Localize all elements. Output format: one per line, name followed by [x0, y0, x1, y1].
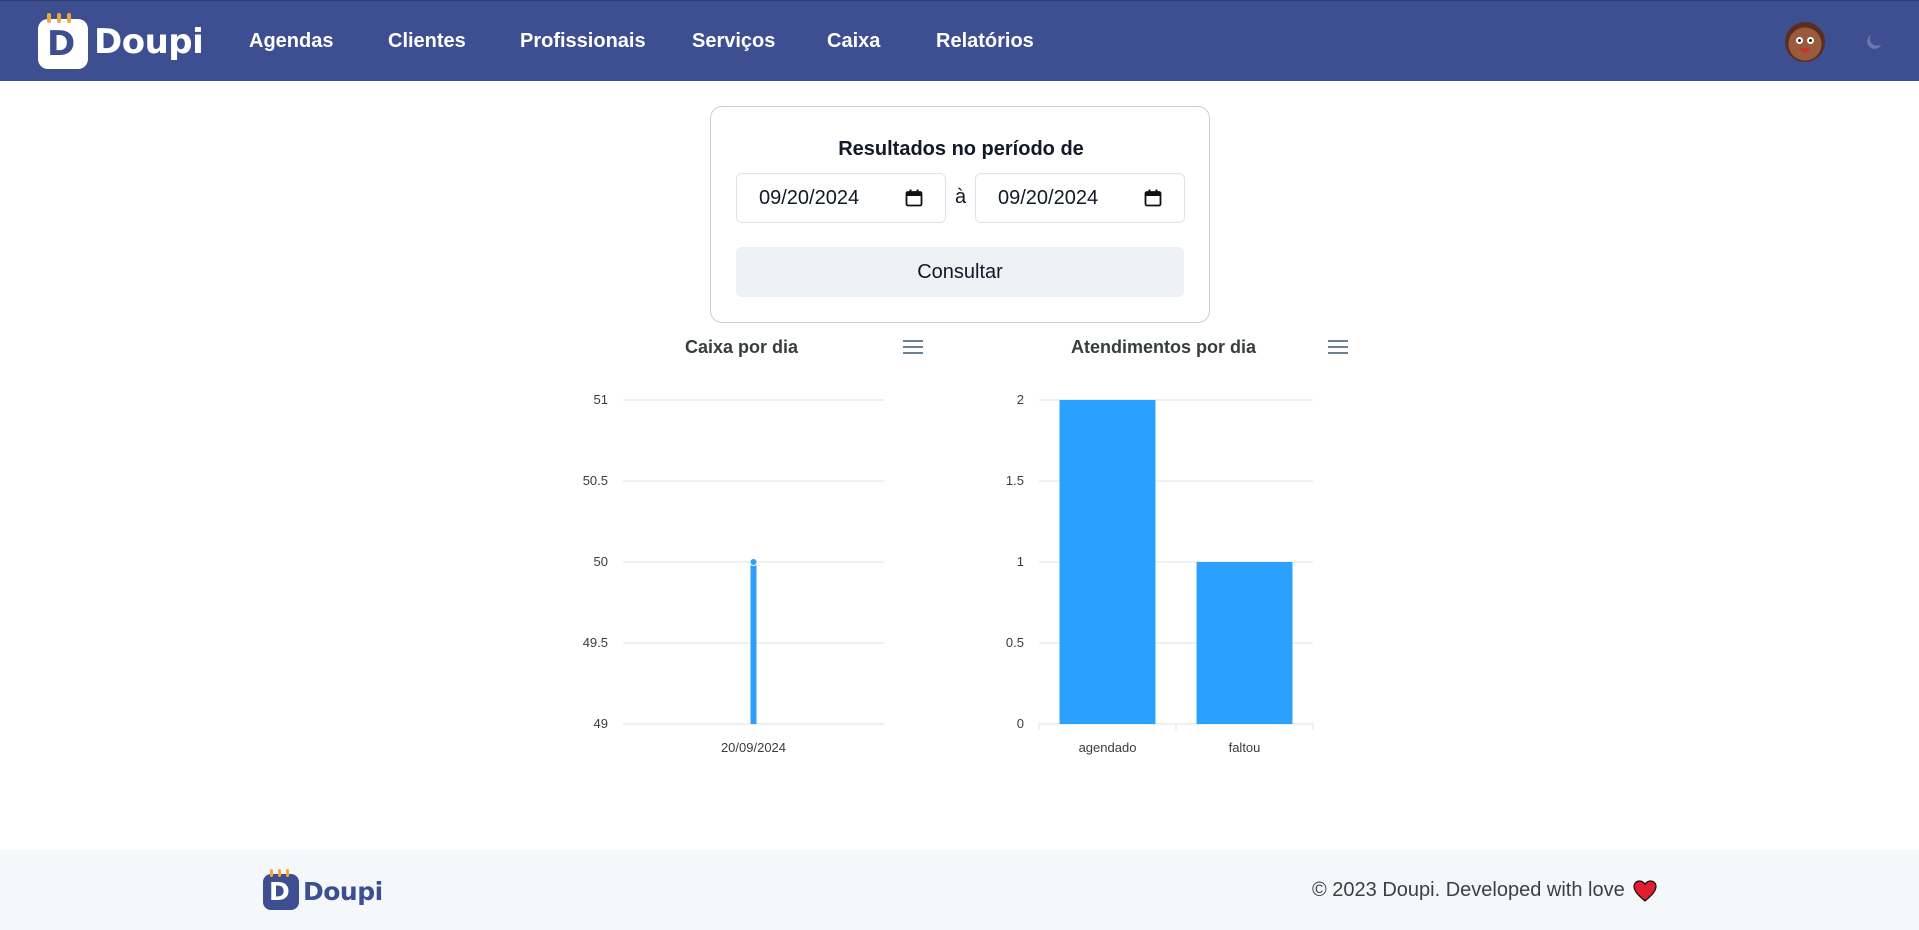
nav-agendas[interactable]: Agendas [249, 30, 333, 53]
end-date-input[interactable]: 09/20/2024 [975, 173, 1185, 223]
copyright-text: © 2023 Doupi. Developed with love [1312, 879, 1657, 902]
y-tick-label: 50.5 [583, 473, 608, 488]
footer-logo[interactable]: D Doupi [263, 869, 383, 910]
page-footer: D Doupi © 2023 Doupi. Developed with lov… [0, 850, 1919, 930]
y-tick-label: 0 [1017, 716, 1024, 731]
y-tick-label: 49 [594, 716, 608, 731]
y-tick-label: 2 [1017, 392, 1024, 407]
brand-name: Doupi [94, 22, 204, 62]
heart-icon [1633, 879, 1657, 902]
bar [750, 562, 757, 724]
y-tick-label: 1.5 [1006, 473, 1024, 488]
x-tick-label: faltou [1229, 740, 1261, 755]
start-date-input[interactable]: 09/20/2024 [736, 173, 946, 223]
nav-caixa[interactable]: Caixa [827, 30, 880, 53]
period-filter-card: Resultados no período de 09/20/2024 à 09… [710, 106, 1210, 323]
bar [1059, 400, 1156, 724]
footer-brand-name: Doupi [303, 876, 383, 906]
x-tick-label: 20/09/2024 [721, 740, 786, 755]
end-date-value: 09/20/2024 [998, 186, 1099, 209]
start-date-value: 09/20/2024 [759, 186, 860, 209]
calendar-icon[interactable] [905, 189, 923, 207]
y-tick-label: 50 [594, 554, 608, 569]
nav-relatorios[interactable]: Relatórios [936, 30, 1034, 53]
chart-atendimentos-por-dia: 2 1.5 1 0.5 0 agendado faltou [1006, 392, 1314, 755]
nav-servicos[interactable]: Serviços [692, 30, 775, 53]
calendar-icon[interactable] [1144, 189, 1162, 207]
chart-menu-icon[interactable] [902, 339, 924, 357]
brand-logo[interactable]: D Doupi [38, 13, 204, 69]
bar [1196, 562, 1293, 724]
nav-clientes[interactable]: Clientes [388, 30, 466, 53]
data-point [749, 558, 758, 566]
chart-title-atendimentos: Atendimentos por dia [1071, 337, 1257, 357]
logo-calendar-icon: D [263, 869, 299, 910]
top-navbar: D Doupi Agendas Clientes Profissionais S… [0, 0, 1919, 81]
moon-icon[interactable] [1864, 32, 1884, 52]
y-tick-label: 0.5 [1006, 635, 1024, 650]
chart-menu-icon[interactable] [1327, 339, 1349, 357]
x-tick-label: agendado [1079, 740, 1137, 755]
logo-calendar-icon: D [38, 13, 88, 69]
user-avatar[interactable] [1785, 22, 1825, 62]
date-range-separator: à [955, 186, 967, 208]
consultar-button[interactable]: Consultar [736, 247, 1184, 297]
chart-title-caixa: Caixa por dia [685, 337, 799, 357]
copyright-label: © 2023 Doupi. Developed with love [1312, 879, 1625, 901]
logo-letter: D [47, 24, 76, 64]
chart-caixa-por-dia: 51 50.5 50 49.5 49 20/09/2024 [583, 392, 884, 755]
y-tick-label: 49.5 [583, 635, 608, 650]
footer-logo-letter: D [269, 877, 290, 906]
y-tick-label: 1 [1017, 554, 1024, 569]
filter-title: Resultados no período de [838, 138, 1084, 160]
y-tick-label: 51 [594, 392, 608, 407]
nav-profissionais[interactable]: Profissionais [520, 30, 646, 53]
